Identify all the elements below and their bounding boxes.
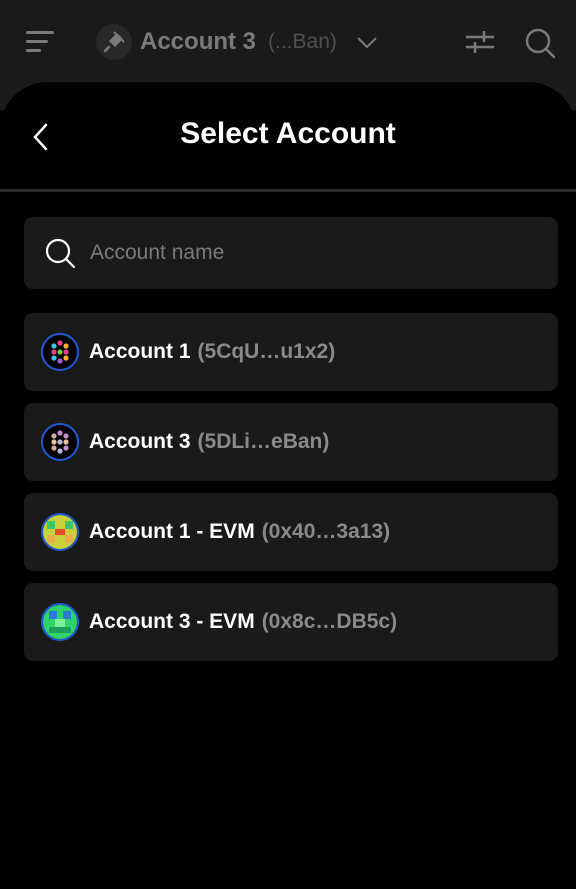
current-account-address: (...Ban) xyxy=(268,30,337,53)
search-icon xyxy=(45,238,76,269)
current-account-name: Account 3 xyxy=(140,28,257,55)
header-divider xyxy=(0,189,576,192)
top-header: Account 3 (...Ban) xyxy=(0,0,576,84)
evm-blockie xyxy=(41,603,79,641)
polkadot-identicon xyxy=(41,423,79,461)
account-name: Account 1 xyxy=(89,340,191,363)
account-name: Account 3 - EVM xyxy=(89,610,255,633)
account-list: Account 1 (5CqU…u1x2) Account 3 (5DLi…eB xyxy=(24,313,558,673)
plug-icon xyxy=(96,24,132,60)
account-search[interactable] xyxy=(24,217,558,289)
account-name-input[interactable] xyxy=(90,241,510,265)
account-address: (0x40…3a13) xyxy=(261,520,391,543)
account-switcher[interactable]: Account 3 (...Ban) xyxy=(96,24,379,60)
account-item[interactable]: Account 1 - EVM (0x40…3a13) xyxy=(24,493,558,571)
account-address: (5DLi…eBan) xyxy=(197,430,330,453)
account-address: (0x8c…DB5c) xyxy=(261,610,398,633)
account-address: (5CqU…u1x2) xyxy=(197,340,336,363)
search-icon[interactable] xyxy=(524,27,556,59)
select-account-sheet: Select Account Account name Account 1 (5… xyxy=(0,82,576,889)
account-name: Account 1 - EVM xyxy=(89,520,255,543)
polkadot-identicon xyxy=(41,333,79,371)
menu-icon[interactable] xyxy=(26,29,56,55)
evm-blockie xyxy=(41,513,79,551)
sheet-title: Select Account xyxy=(180,117,396,150)
chevron-down-icon xyxy=(357,37,377,49)
account-name: Account 3 xyxy=(89,430,191,453)
account-item[interactable]: Account 1 (5CqU…u1x2) xyxy=(24,313,558,391)
account-item[interactable]: Account 3 (5DLi…eBan) xyxy=(24,403,558,481)
account-item[interactable]: Account 3 - EVM (0x8c…DB5c) xyxy=(24,583,558,661)
sheet-header: Select Account xyxy=(0,82,576,192)
sliders-icon[interactable] xyxy=(465,29,495,55)
